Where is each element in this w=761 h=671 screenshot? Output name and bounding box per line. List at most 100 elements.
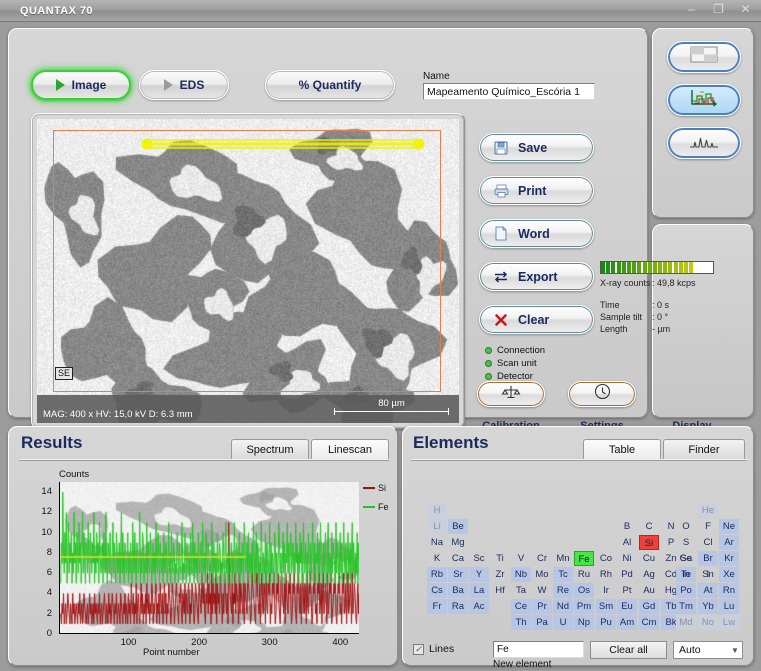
element-cm[interactable]: Cm [639,615,659,630]
tab-linescan[interactable]: Linescan [311,439,389,459]
element-fe[interactable]: Fe [574,551,594,566]
element-ce[interactable]: Ce [511,599,531,614]
element-i[interactable]: I [698,567,718,582]
export-button[interactable]: Export [479,262,594,291]
element-ni[interactable]: Ni [617,551,637,566]
element-c[interactable]: C [639,519,659,534]
sem-image-frame[interactable]: SE MAG: 400 x HV: 15,0 kV D: 6.3 mm 80 µ… [31,113,465,429]
element-au[interactable]: Au [639,583,659,598]
element-nb[interactable]: Nb [511,567,531,582]
element-md[interactable]: Md [676,615,696,630]
chart-plot-area[interactable] [59,482,359,634]
element-ac[interactable]: Ac [469,599,489,614]
element-la[interactable]: La [469,583,489,598]
element-fr[interactable]: Fr [427,599,447,614]
element-h[interactable]: H [427,503,447,518]
tab-spectrum[interactable]: Spectrum [231,439,309,459]
calibration-button[interactable] [477,381,545,407]
element-rh[interactable]: Rh [596,567,616,582]
element-mn[interactable]: Mn [553,551,573,566]
element-k[interactable]: K [427,551,447,566]
element-v[interactable]: V [511,551,531,566]
element-he[interactable]: He [698,503,718,518]
sem-image[interactable]: SE MAG: 400 x HV: 15,0 kV D: 6.3 mm 80 µ… [37,119,459,423]
element-li[interactable]: Li [427,519,447,534]
element-os[interactable]: Os [574,583,594,598]
element-s[interactable]: S [676,535,696,550]
new-element-input[interactable] [493,641,584,658]
element-sr[interactable]: Sr [448,567,468,582]
element-pr[interactable]: Pr [532,599,552,614]
word-button[interactable]: Word [479,219,594,248]
linescan-mode-button[interactable] [667,84,741,116]
element-ti[interactable]: Ti [490,551,510,566]
periodic-table[interactable]: H He Li Be B C N O F Ne Na Mg Al Si P S Cl Ar K Ca Sc Ti V Cr Mn… [411,503,747,631]
element-ru[interactable]: Ru [574,567,594,582]
tab-eds[interactable]: EDS [139,70,229,100]
element-at[interactable]: At [698,583,718,598]
clear-all-button[interactable]: Clear all [590,641,667,659]
element-re[interactable]: Re [553,583,573,598]
element-pm[interactable]: Pm [574,599,594,614]
auto-select[interactable]: Auto ▼ [673,641,743,659]
element-ca[interactable]: Ca [448,551,468,566]
element-eu[interactable]: Eu [617,599,637,614]
element-lw[interactable]: Lw [719,615,739,630]
element-be[interactable]: Be [448,519,468,534]
element-si[interactable]: Si [639,535,659,550]
element-zr[interactable]: Zr [490,567,510,582]
mapping-mode-button[interactable] [667,41,741,73]
settings-button[interactable] [568,381,636,407]
element-sc[interactable]: Sc [469,551,489,566]
element-na[interactable]: Na [427,535,447,550]
element-rb[interactable]: Rb [427,567,447,582]
element-f[interactable]: F [698,519,718,534]
element-w[interactable]: W [532,583,552,598]
print-button[interactable]: Print [479,176,594,205]
element-pt[interactable]: Pt [617,583,637,598]
element-hf[interactable]: Hf [490,583,510,598]
maximize-button[interactable]: ❐ [711,2,726,17]
element-pa[interactable]: Pa [532,615,552,630]
tab-finder[interactable]: Finder [663,439,745,459]
element-tm[interactable]: Tm [676,599,696,614]
element-ir[interactable]: Ir [596,583,616,598]
lines-checkbox[interactable]: ✓ Lines [413,643,454,655]
element-rn[interactable]: Rn [719,583,739,598]
element-al[interactable]: Al [617,535,637,550]
element-ag[interactable]: Ag [639,567,659,582]
element-po[interactable]: Po [676,583,696,598]
clear-button[interactable]: Clear [479,305,594,334]
close-button[interactable]: ✕ [738,2,753,17]
minimize-button[interactable]: – [684,2,699,17]
element-u[interactable]: U [553,615,573,630]
element-pu[interactable]: Pu [596,615,616,630]
element-y[interactable]: Y [469,567,489,582]
linescan-chart[interactable]: Counts 0 2 4 6 8 10 12 14 100 200 300 400 Point nu… [23,469,388,659]
element-gd[interactable]: Gd [639,599,659,614]
element-cr[interactable]: Cr [532,551,552,566]
spectrum-mode-button[interactable] [667,127,741,159]
element-mo[interactable]: Mo [532,567,552,582]
element-ar[interactable]: Ar [719,535,739,550]
name-input[interactable] [423,83,595,100]
element-am[interactable]: Am [617,615,637,630]
element-se[interactable]: Se [676,551,696,566]
element-co[interactable]: Co [596,551,616,566]
element-th[interactable]: Th [511,615,531,630]
element-cl[interactable]: Cl [698,535,718,550]
element-mg[interactable]: Mg [448,535,468,550]
tab-table[interactable]: Table [583,439,661,459]
element-yb[interactable]: Yb [698,599,718,614]
element-no[interactable]: No [698,615,718,630]
element-kr[interactable]: Kr [719,551,739,566]
save-button[interactable]: Save [479,133,594,162]
element-ta[interactable]: Ta [511,583,531,598]
element-b[interactable]: B [617,519,637,534]
element-o[interactable]: O [676,519,696,534]
element-ba[interactable]: Ba [448,583,468,598]
element-br[interactable]: Br [698,551,718,566]
element-sm[interactable]: Sm [596,599,616,614]
element-pd[interactable]: Pd [617,567,637,582]
element-lu[interactable]: Lu [719,599,739,614]
